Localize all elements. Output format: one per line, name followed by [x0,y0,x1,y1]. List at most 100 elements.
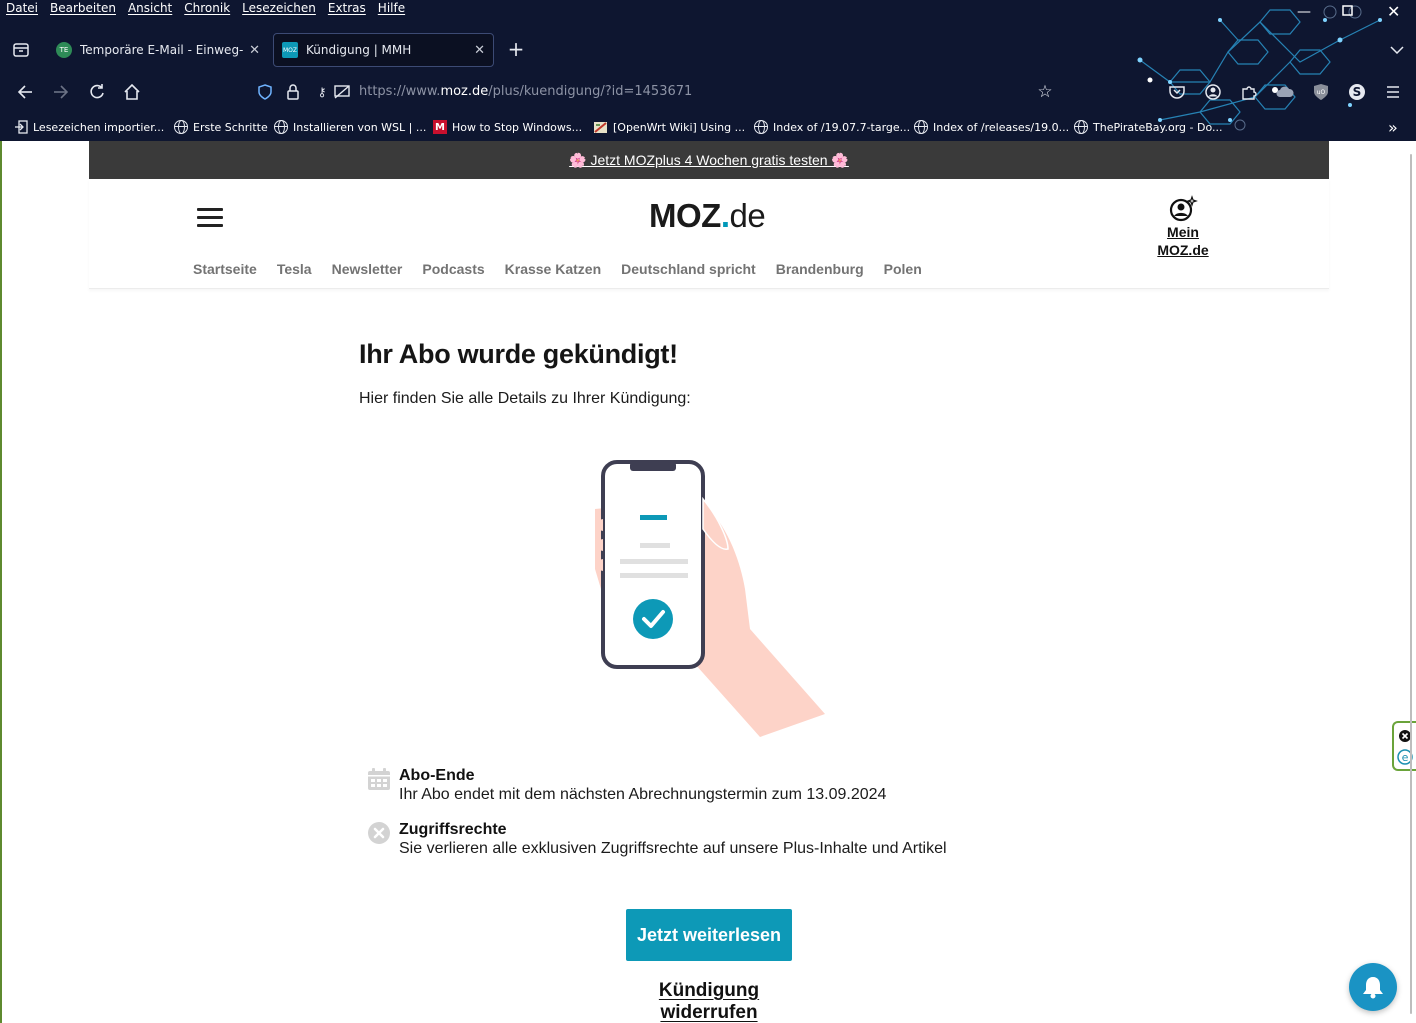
account-label[interactable]: Mein MOZ.de [1157,224,1208,258]
pocket-icon[interactable] [1167,82,1187,102]
phone-confirmation-illustration [595,460,825,737]
nav-deutschland-spricht[interactable]: Deutschland spricht [621,261,756,277]
extension-s-icon[interactable]: S [1347,82,1367,102]
reload-icon[interactable] [87,82,107,102]
page-subtitle: Hier finden Sie alle Details zu Ihrer Kü… [359,390,691,407]
detail-text: Ihr Abo endet mit dem nächsten Abrechnun… [399,786,887,803]
globe-icon [754,120,768,134]
nav-podcasts[interactable]: Podcasts [422,261,484,277]
menu-ansicht[interactable]: Ansicht [128,1,172,17]
revoke-cancellation-link[interactable]: Kündigung widerrufen [608,980,810,1023]
page-scrollbar[interactable] [1410,154,1412,1014]
notification-bell-button[interactable] [1349,963,1397,1011]
new-tab-icon[interactable]: + [506,37,526,61]
detail-zugriffsrechte: Zugriffsrechte Sie verlieren alle exklus… [367,821,1007,865]
nav-bar: ⚷ https://www.moz.de/plus/kuendigung/?id… [0,72,1416,112]
bookmark-item[interactable]: ThePirateBay.org - Do... [1074,118,1222,136]
minimize-icon[interactable]: — [1297,4,1311,20]
ublock-shield-icon[interactable]: uO [1311,82,1331,102]
notifications-blocked-icon[interactable] [332,82,352,102]
bookmark-item[interactable]: Erste Schritte [174,118,268,136]
tab-overview-icon[interactable] [11,40,31,60]
extension-cloud-icon[interactable] [1275,82,1295,102]
extension-sidetab[interactable]: e [1392,721,1416,771]
calendar-icon [368,768,390,790]
detail-title: Abo-Ende [399,767,475,784]
bookmark-label: Index of /19.07.7-targe... [773,120,911,134]
bookmarks-toolbar: Lesezeichen importier... Erste Schritte … [0,114,1416,140]
x-circle-icon [368,822,390,844]
home-icon[interactable] [122,82,142,102]
nav-startseite[interactable]: Startseite [193,261,257,277]
menu-bar: Datei Bearbeiten Ansicht Chronik Lesezei… [6,1,405,17]
bookmark-item[interactable]: Installieren von WSL | ... [274,118,426,136]
logo-moz: MOZ [649,197,721,234]
extensions-puzzle-icon[interactable] [1239,82,1259,102]
openwrt-favicon [594,121,607,133]
close-tab-icon[interactable]: ✕ [474,43,485,58]
permissions-icon[interactable]: ⚷ [312,82,332,102]
menu-extras[interactable]: Extras [328,1,366,17]
bookmark-label: Index of /releases/19.0... [933,120,1070,134]
tab-list-chevron-icon[interactable] [1387,40,1407,60]
lock-icon[interactable] [283,82,303,102]
nav-newsletter[interactable]: Newsletter [332,261,403,277]
globe-icon [1074,120,1088,134]
url-bar[interactable]: https://www.moz.de/plus/kuendigung/?id=1… [359,84,692,99]
account-link[interactable]: Mein MOZ.de [1140,195,1226,260]
promo-banner: 🌸 Jetzt MOZplus 4 Wochen gratis testen 🌸 [89,141,1329,179]
menu-lesezeichen[interactable]: Lesezeichen [242,1,316,17]
globe-icon [174,120,188,134]
bookmarks-overflow-chevron-icon[interactable]: » [1388,118,1398,137]
tracking-protection-shield-icon[interactable] [255,82,275,102]
url-prefix: https://www. [359,84,441,99]
hamburger-menu-icon[interactable] [197,208,223,228]
svg-text:uO: uO [1317,89,1326,96]
site-header: MOZ.de Mein MOZ.de Startseite Tesla News… [89,179,1329,289]
nav-brandenburg[interactable]: Brandenburg [776,261,864,277]
back-icon[interactable] [15,82,35,102]
email-favicon: TE [56,42,72,58]
bookmark-item[interactable]: M How to Stop Windows... [433,118,582,136]
browser-chrome: Datei Bearbeiten Ansicht Chronik Lesezei… [0,0,1416,141]
bookmark-label: [OpenWrt Wiki] Using ... [613,120,746,134]
bookmark-label: Installieren von WSL | ... [293,120,427,134]
detail-title: Zugriffsrechte [399,821,507,838]
tab-temp-email[interactable]: TE Temporäre E-Mail - Einweg-Mai ✕ [48,33,268,67]
url-path: /plus/kuendigung/?id=1453671 [488,84,693,99]
bookmark-item[interactable]: Index of /releases/19.0... [914,118,1069,136]
svg-text:e: e [1402,751,1409,764]
tab-title: Kündigung | MMH [306,43,412,57]
logo-de: de [729,197,766,234]
tab-title: Temporäre E-Mail - Einweg-Mai [80,43,244,57]
bookmark-item[interactable]: [OpenWrt Wiki] Using ... [593,118,745,136]
close-tab-icon[interactable]: ✕ [249,43,260,58]
menu-datei[interactable]: Datei [6,1,38,17]
continue-reading-button[interactable]: Jetzt weiterlesen [626,909,792,961]
bookmark-label: Lesezeichen importier... [33,120,165,134]
nav-krasse-katzen[interactable]: Krasse Katzen [505,261,602,277]
tab-kuendigung[interactable]: MOZ Kündigung | MMH ✕ [273,33,494,67]
nav-tesla[interactable]: Tesla [277,261,312,277]
close-window-icon[interactable]: ✕ [1387,4,1400,20]
forward-icon[interactable] [51,82,71,102]
page-title: Ihr Abo wurde gekündigt! [359,339,678,369]
main-navigation: Startseite Tesla Newsletter Podcasts Kra… [193,261,922,277]
menu-chronik[interactable]: Chronik [184,1,230,17]
moz-favicon: MOZ [282,42,298,58]
bookmark-star-icon[interactable]: ☆ [1035,82,1055,102]
bell-icon [1363,977,1383,999]
moz-logo[interactable]: MOZ.de [649,197,766,235]
account-icon[interactable] [1203,82,1223,102]
menu-bearbeiten[interactable]: Bearbeiten [50,1,116,17]
user-sparkle-icon [1169,195,1198,222]
bookmark-item[interactable]: Lesezeichen importier... [14,118,164,136]
promo-link[interactable]: 🌸 Jetzt MOZplus 4 Wochen gratis testen 🌸 [569,152,849,169]
moz-page: 🌸 Jetzt MOZplus 4 Wochen gratis testen 🌸… [89,141,1329,1023]
maximize-icon[interactable] [1342,4,1353,20]
cancellation-content: Ihr Abo wurde gekündigt! Hier finden Sie… [359,339,979,408]
bookmark-item[interactable]: Index of /19.07.7-targe... [754,118,910,136]
app-menu-icon[interactable] [1383,82,1403,102]
menu-hilfe[interactable]: Hilfe [378,1,405,17]
nav-polen[interactable]: Polen [884,261,922,277]
